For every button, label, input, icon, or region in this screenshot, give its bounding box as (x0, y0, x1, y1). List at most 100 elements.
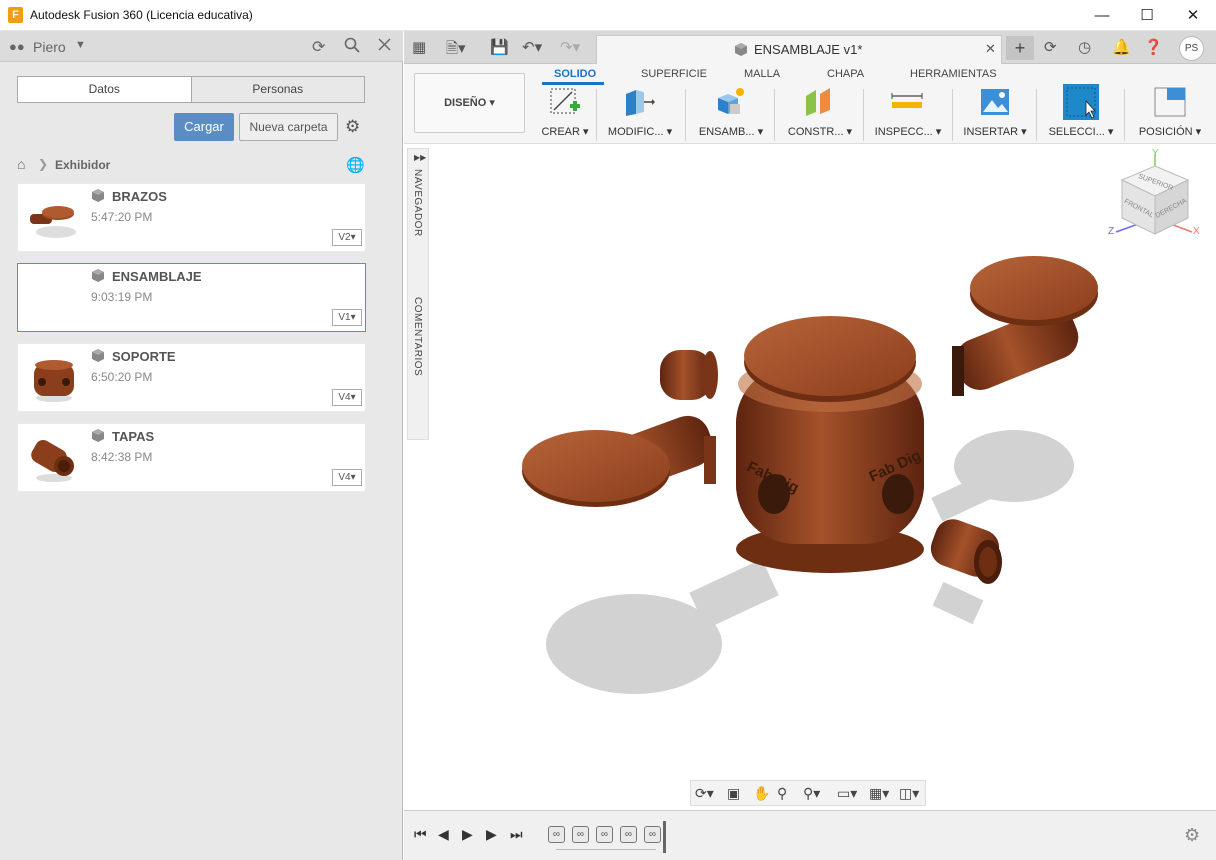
version-dropdown[interactable]: V4▾ (332, 469, 362, 486)
maximize-button[interactable]: ☐ (1124, 0, 1170, 31)
search-icon[interactable] (344, 37, 360, 58)
data-panel-header: ●● Piero ▼ ⟳ (0, 31, 403, 62)
navegador-label[interactable]: NAVEGADOR (412, 169, 423, 237)
component-cube-icon (92, 189, 104, 202)
inspeccionar-label: INSPECC... ▾ (874, 126, 942, 138)
timeline-settings-gear-icon[interactable]: ⚙ (1184, 825, 1200, 846)
tab-chapa[interactable]: CHAPA (827, 68, 864, 80)
file-card-tapas[interactable]: TAPAS 8:42:38 PM V4▾ (17, 423, 366, 492)
crear-label: CREAR ▾ (541, 126, 589, 138)
version-dropdown[interactable]: V1▾ (332, 309, 362, 326)
tab-superficie[interactable]: SUPERFICIE (641, 68, 707, 80)
orbit-icon[interactable]: ⟳▾ (695, 785, 714, 802)
axis-x-label: X (1193, 226, 1200, 237)
tapas-thumbnail (31, 440, 74, 482)
expand-icon[interactable]: ▶▶ (414, 153, 426, 162)
timeline-step-joint[interactable]: ∞ (620, 826, 637, 843)
file-time: 6:50:20 PM (91, 370, 153, 384)
modificar-tool[interactable]: MODIFIC... ▾ (602, 84, 678, 144)
chevron-down-icon[interactable]: ▼ (75, 39, 86, 51)
insertar-tool[interactable]: INSERTAR ▾ (957, 84, 1033, 144)
workspace-switcher[interactable]: DISEÑO ▾ (414, 73, 525, 133)
ensamblar-label: ENSAMB... ▾ (698, 126, 764, 138)
fit-icon[interactable]: ⚲▾ (803, 785, 820, 802)
file-name: TAPAS (112, 429, 155, 444)
timeline-step-joint[interactable]: ∞ (596, 826, 613, 843)
go-to-end-icon[interactable]: ⏭ (510, 826, 523, 843)
main-area: ▦ 🗎▾ 💾 ↶▾ ↷▾ ENSAMBLAJE v1* ✕ + ⟳ ◷ 🔔 ❓ … (404, 31, 1216, 860)
home-icon[interactable]: ⌂ (17, 156, 25, 172)
display-settings-icon[interactable]: ▭▾ (837, 785, 857, 802)
notifications-icon[interactable]: 🔔 (1112, 38, 1131, 56)
play-icon[interactable]: ▶ (462, 826, 473, 843)
refresh-icon[interactable]: ⟳ (312, 37, 325, 57)
version-dropdown[interactable]: V2▾ (332, 229, 362, 246)
people-icon: ●● (9, 39, 25, 54)
document-name: ENSAMBLAJE v1* (754, 42, 863, 57)
undo-icon[interactable]: ↶▾ (522, 38, 542, 56)
new-tab-button[interactable]: + (1006, 36, 1034, 60)
close-panel-icon[interactable] (377, 37, 392, 57)
viewports-icon[interactable]: ◫▾ (899, 785, 919, 802)
timeline-marker[interactable] (663, 821, 666, 853)
globe-icon[interactable]: 🌐 (346, 156, 365, 174)
go-to-start-icon[interactable]: ⏮ (414, 826, 427, 843)
minimize-button[interactable]: — (1079, 0, 1125, 31)
step-back-icon[interactable]: ◀ (438, 826, 449, 843)
timeline-step-joint[interactable]: ∞ (572, 826, 589, 843)
tab-solido[interactable]: SOLIDO (554, 68, 596, 80)
viewcube[interactable]: SUPERIOR FRONTAL DERECHA Y Z X (1104, 148, 1204, 248)
redo-icon[interactable]: ↷▾ (560, 38, 580, 56)
file-card-ensamblaje[interactable]: ENSAMBLAJE 9:03:19 PM V1▾ (17, 263, 366, 332)
breadcrumb-folder[interactable]: Exhibidor (55, 158, 110, 172)
extensions-icon[interactable]: ⟳ (1044, 38, 1057, 56)
seleccionar-tool[interactable]: SELECCI... ▾ (1041, 84, 1121, 144)
look-at-icon[interactable]: ▣ (727, 785, 740, 802)
help-icon[interactable]: ❓ (1144, 38, 1163, 56)
gear-icon[interactable]: ⚙ (345, 117, 360, 137)
navigation-toolbar: ⟳▾ ▣ ✋ ⚲ ⚲▾ ▭▾ ▦▾ ◫▾ (690, 780, 926, 806)
file-name: SOPORTE (112, 349, 176, 364)
posicion-tool[interactable]: POSICIÓN ▾ (1129, 84, 1211, 144)
component-cube-icon (735, 43, 747, 56)
close-tab-icon[interactable]: ✕ (985, 41, 996, 57)
assembly-model[interactable]: Fab Dig Fab Dig (514, 244, 1124, 724)
document-tab[interactable]: ENSAMBLAJE v1* ✕ (596, 35, 1002, 64)
component-cube-icon (92, 349, 104, 362)
tab-malla[interactable]: MALLA (744, 68, 780, 80)
crear-tool[interactable]: CREAR ▾ (536, 84, 594, 144)
tab-datos[interactable]: Datos (18, 77, 191, 102)
upload-button[interactable]: Cargar (174, 113, 234, 141)
user-selector[interactable]: Piero (33, 39, 66, 55)
file-time: 5:47:20 PM (91, 210, 153, 224)
window-title: Autodesk Fusion 360 (Licencia educativa) (30, 8, 253, 22)
construir-tool[interactable]: CONSTR... ▾ (780, 84, 860, 144)
file-menu-icon[interactable]: 🗎▾ (446, 38, 466, 63)
close-window-button[interactable]: ✕ (1170, 0, 1216, 31)
new-folder-button[interactable]: Nueva carpeta (239, 113, 338, 141)
3d-viewport[interactable]: ▶▶ NAVEGADOR COMENTARIOS SUPERIOR FRONTA… (404, 144, 1216, 810)
save-icon[interactable]: 💾 (490, 38, 509, 56)
timeline-step-joint[interactable]: ∞ (644, 826, 661, 843)
pan-icon[interactable]: ✋ (753, 785, 770, 802)
avatar[interactable]: PS (1179, 36, 1204, 61)
inspeccionar-tool[interactable]: INSPECC... ▾ (868, 84, 948, 144)
tab-personas[interactable]: Personas (190, 77, 364, 102)
job-status-icon[interactable]: ◷ (1078, 38, 1091, 56)
file-time: 9:03:19 PM (91, 290, 153, 304)
measure-icon (891, 93, 923, 108)
insert-image-icon (981, 89, 1009, 115)
file-card-soporte[interactable]: SOPORTE 6:50:20 PM V4▾ (17, 343, 366, 412)
timeline-step-joint[interactable]: ∞ (548, 826, 565, 843)
axis-y-label: Y (1152, 148, 1159, 159)
step-forward-icon[interactable]: ▶ (486, 826, 497, 843)
ensamblar-tool[interactable]: ENSAMB... ▾ (690, 84, 772, 144)
version-dropdown[interactable]: V4▾ (332, 389, 362, 406)
file-card-brazos[interactable]: BRAZOS 5:47:20 PM V2▾ (17, 183, 366, 252)
create-sketch-icon (550, 88, 580, 114)
grid-icon[interactable]: ▦▾ (869, 785, 889, 802)
zoom-icon[interactable]: ⚲ (777, 785, 787, 802)
tab-herramientas[interactable]: HERRAMIENTAS (910, 68, 997, 80)
comentarios-label[interactable]: COMENTARIOS (412, 297, 423, 376)
grid-apps-icon[interactable]: ▦ (412, 38, 426, 56)
